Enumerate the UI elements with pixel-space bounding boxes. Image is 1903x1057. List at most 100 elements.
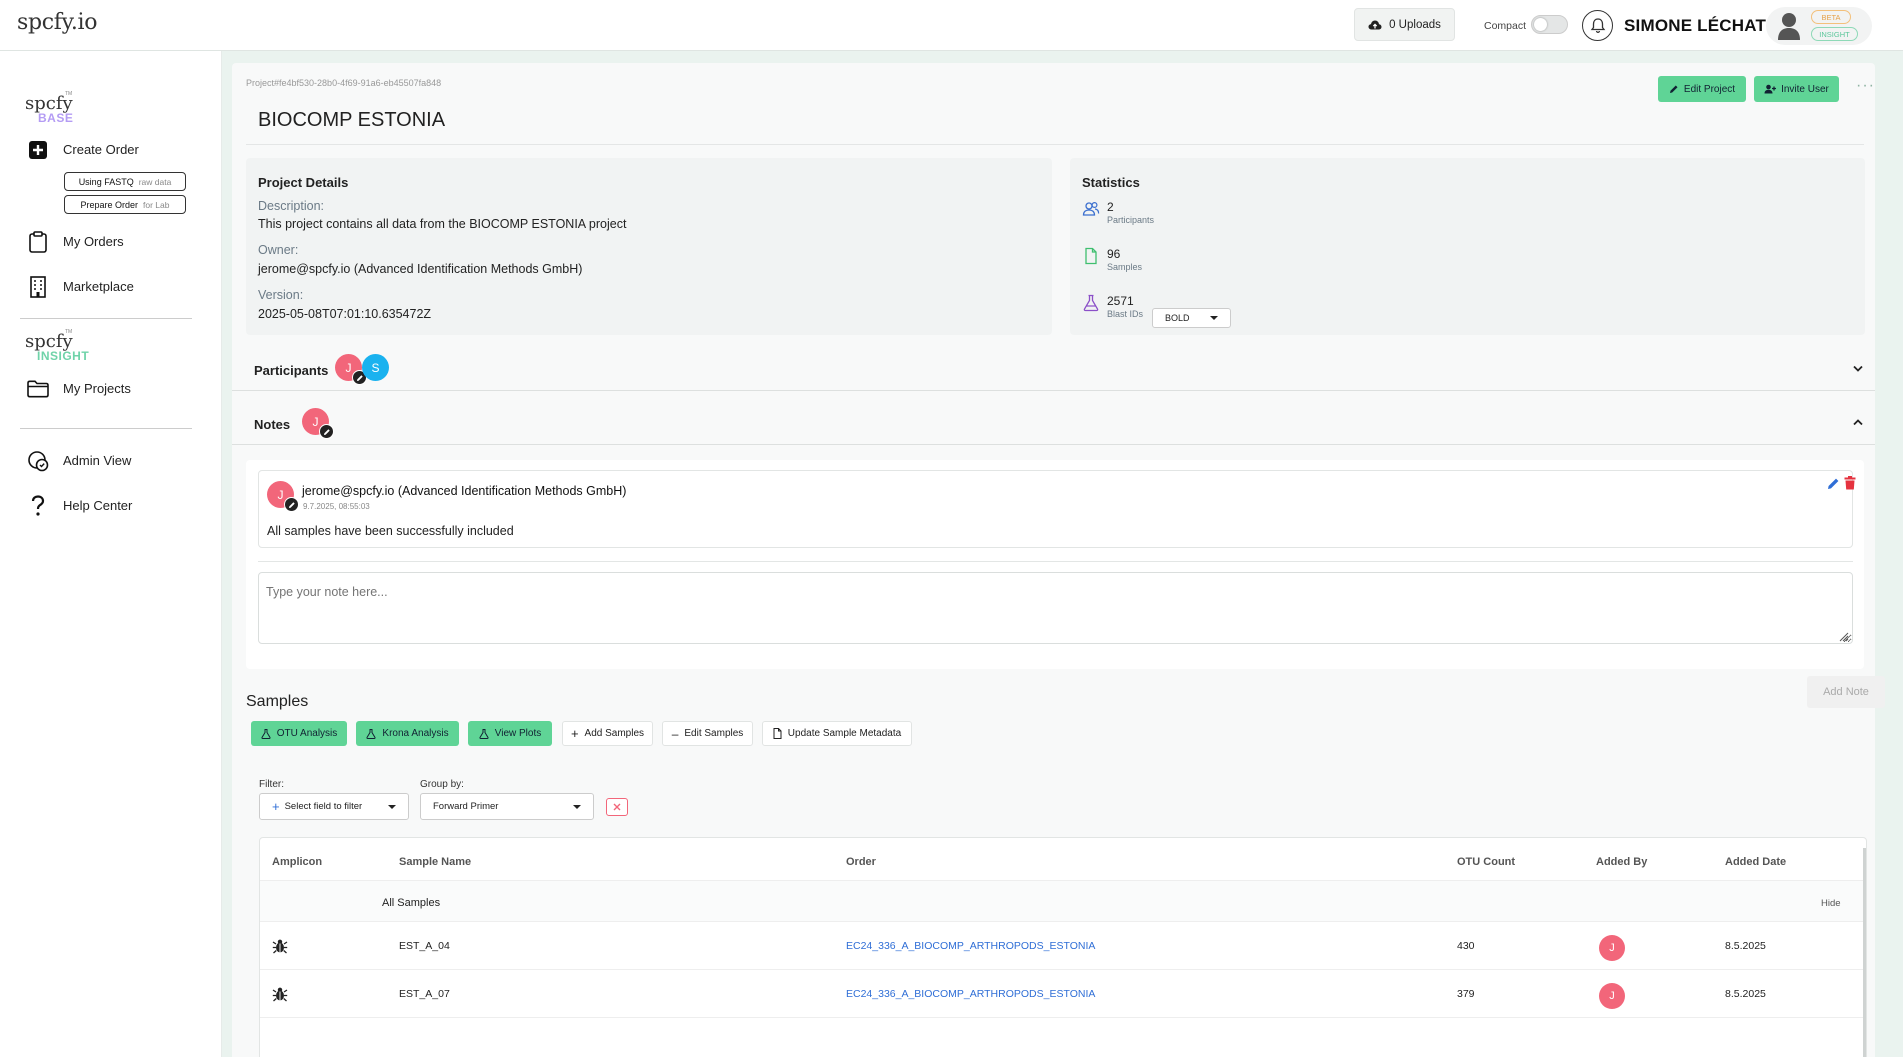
sidebar-divider [20,428,192,429]
table-row[interactable]: EST_A_07 EC24_336_A_BIOCOMP_ARTHROPODS_E… [260,970,1866,1018]
hide-group-button[interactable]: Hide [1821,898,1841,909]
top-bar: spcfy.io 0 Uploads Compact SIMONE LÉCHAT… [0,0,1903,51]
spcfy-base-brand: spcfy TM BASE [25,91,73,125]
add-samples-button[interactable]: + Add Samples [562,721,653,746]
col-otu-count[interactable]: OTU Count [1457,856,1515,868]
sidebar-item-admin-view[interactable]: Admin View [25,448,131,473]
uploads-button[interactable]: 0 Uploads [1354,8,1455,41]
sidebar-item-create-order[interactable]: Create Order [25,137,139,162]
my-orders-label: My Orders [63,234,124,249]
sidebar-item-my-projects[interactable]: My Projects [25,376,131,401]
project-panel: Project#fe4bf530-28b0-4f69-91a6-eb45507f… [232,63,1885,1057]
edit-pen-icon [284,497,299,512]
minus-icon: – [671,726,679,741]
file-icon [1085,247,1097,265]
table-scrollbar[interactable] [1863,848,1866,1057]
compact-toggle[interactable] [1531,15,1568,34]
version-value: 2025-05-08T07:01:10.635472Z [258,307,432,321]
order-link[interactable]: EC24_336_A_BIOCOMP_ARTHROPODS_ESTONIA [846,988,1095,1000]
user-menu[interactable]: BETA INSIGHT [1766,7,1872,45]
krona-analysis-button[interactable]: Krona Analysis [356,721,459,746]
col-added-date[interactable]: Added Date [1725,856,1786,868]
table-row[interactable]: EST_A_04 EC24_336_A_BIOCOMP_ARTHROPODS_E… [260,922,1866,970]
edit-project-button[interactable]: Edit Project [1658,76,1746,102]
folder-icon [25,376,50,401]
order-link[interactable]: EC24_336_A_BIOCOMP_ARTHROPODS_ESTONIA [846,940,1095,952]
clipboard-icon [25,229,50,254]
view-plots-button[interactable]: View Plots [468,721,552,746]
delete-note-icon[interactable] [1844,476,1856,490]
added-by-avatar: J [1599,983,1625,1009]
note-date: 9.7.2025, 08:55:03 [303,502,370,511]
bug-icon [272,939,288,954]
samples-stat-text: 96 Samples [1107,247,1142,273]
main-content: Project#fe4bf530-28b0-4f69-91a6-eb45507f… [222,51,1903,1057]
description-label: Description: [258,199,324,213]
col-amplicon[interactable]: Amplicon [272,856,322,868]
sample-name: EST_A_04 [399,940,450,952]
plus-square-icon [25,137,50,162]
compact-label: Compact [1484,20,1527,32]
samples-table: Amplicon Sample Name Order OTU Count Add… [259,837,1867,1057]
sidebar-item-marketplace[interactable]: Marketplace [25,274,134,299]
edit-note-icon[interactable] [1827,477,1840,490]
prepare-order-button[interactable]: Prepare Order for Lab [64,195,186,214]
sidebar-item-help-center[interactable]: Help Center [25,493,132,518]
notes-author-initial: J [312,414,319,429]
description-value: This project contains all data from the … [258,217,627,231]
plus-icon: + [272,799,280,814]
note-author-avatar: J [267,481,299,512]
database-select[interactable]: BOLD [1152,308,1231,328]
prepare-order-label: Prepare Order [80,199,139,210]
using-fastq-button[interactable]: Using FASTQ raw data [64,172,186,191]
uploads-label: 0 Uploads [1389,18,1441,31]
note-input[interactable] [258,572,1853,644]
col-added-by[interactable]: Added By [1596,856,1647,868]
group-by-select[interactable]: Forward Primer [420,793,594,820]
notes-section[interactable]: Notes J [232,399,1875,445]
project-title: BIOCOMP ESTONIA [258,109,446,131]
caret-down-icon [573,805,581,809]
otu-count: 430 [1457,940,1475,952]
toggle-knob [1534,18,1547,31]
help-center-label: Help Center [63,498,133,513]
blast-ids-count: 2571 [1107,294,1134,308]
participants-section[interactable]: Participants J S [232,345,1875,391]
samples-stat-label: Samples [1107,262,1143,272]
participant-avatar[interactable]: J [335,354,367,385]
clear-filters-button[interactable] [606,798,628,816]
bell-icon [1590,18,1605,34]
using-fastq-label: Using FASTQ [78,176,134,187]
filter-placeholder: Select field to filter [284,801,363,812]
participant-avatar[interactable]: S [362,354,389,381]
col-order[interactable]: Order [846,856,876,868]
otu-analysis-button[interactable]: OTU Analysis [251,721,347,746]
blast-ids-stat-label: Blast IDs [1107,309,1144,319]
update-sample-metadata-button[interactable]: Update Sample Metadata [762,721,912,746]
note-text: All samples have been successfully inclu… [267,524,514,538]
notifications-button[interactable] [1582,10,1613,41]
trademark-mark: TM [65,91,73,97]
close-icon [613,803,621,811]
chevron-down-icon[interactable] [1853,365,1863,372]
notes-divider [258,561,1853,562]
sample-name: EST_A_07 [399,988,450,1000]
col-sample-name[interactable]: Sample Name [399,856,471,868]
resize-handle-icon[interactable] [1839,632,1849,642]
sidebar-item-my-orders[interactable]: My Orders [25,229,124,254]
invite-user-button[interactable]: Invite User [1754,76,1839,102]
admin-shield-icon [25,448,50,473]
app-logo[interactable]: spcfy.io [17,10,98,35]
add-note-button[interactable]: Add Note [1807,676,1885,708]
krona-analysis-label: Krona Analysis [382,728,449,739]
more-options-button[interactable]: ··· [1856,77,1875,95]
sidebar: spcfy TM BASE Create Order Using FASTQ r… [0,51,222,1057]
edit-samples-button[interactable]: – Edit Samples [662,721,753,746]
filter-select[interactable]: + Select field to filter [259,793,409,820]
user-name[interactable]: SIMONE LÉCHAT [1624,16,1766,36]
flask-icon [1083,294,1099,312]
chevron-up-icon[interactable] [1853,419,1863,426]
admin-view-label: Admin View [63,453,132,468]
caret-down-icon [388,805,396,809]
participants-stat: 2 Participants [1082,200,1154,226]
